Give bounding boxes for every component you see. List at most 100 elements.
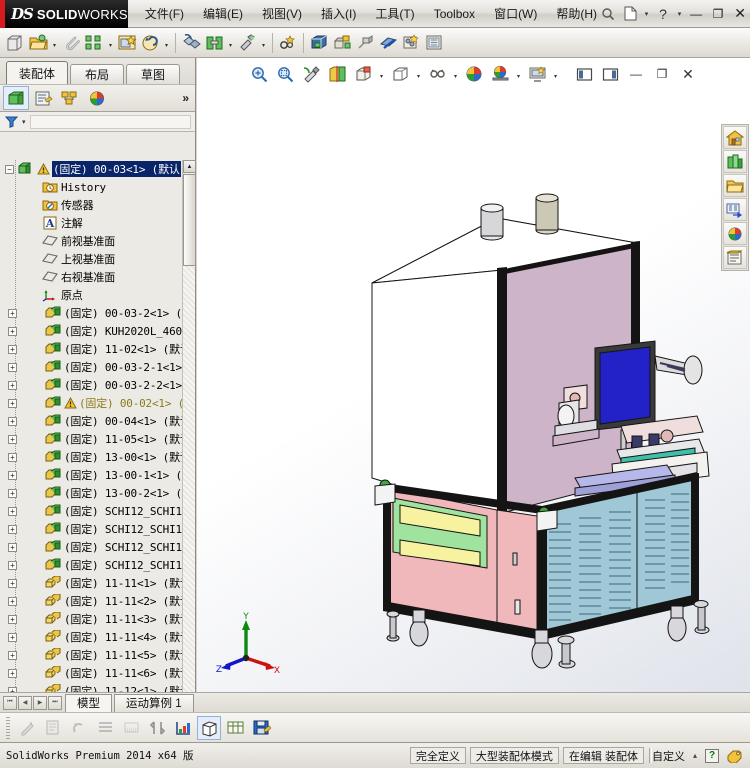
rebuild-dropdown-caret-icon[interactable]: ▾ [106,31,115,55]
tree-row[interactable]: + (固定) 00-03-2<1> (默 [0,304,195,322]
tree-row[interactable]: + (固定) 11-05<1> (默认 [0,430,195,448]
tree-row[interactable]: + (固定) 11-11<2> (默认 [0,592,195,610]
minimize-button[interactable]: — [686,5,706,23]
insert-dropdown-caret-icon[interactable]: ▾ [226,31,235,55]
tree-expand-icon[interactable]: + [8,560,17,570]
move-component-icon[interactable] [277,31,299,55]
tree-expand-icon[interactable]: + [8,668,17,678]
tree-row[interactable]: + (固定) 11-11<1> (默认 [0,574,195,592]
menu-file[interactable]: 文件(F) [144,3,185,24]
assembly-features-icon[interactable] [308,31,330,55]
interference-detect-icon[interactable] [377,31,399,55]
save-as-icon[interactable] [249,716,273,740]
open-folder-icon[interactable] [27,31,49,55]
rebuild-icon[interactable] [83,31,105,55]
menu-help[interactable]: 帮助(H) [555,3,598,24]
menu-view[interactable]: 视图(V) [261,3,303,24]
assembly-3d-model[interactable] [197,58,750,692]
options-icon[interactable] [116,31,138,55]
help-badge-icon[interactable]: ? [705,748,719,763]
tree-row[interactable]: 原点 [0,286,195,304]
tree-scroll-thumb[interactable] [183,174,196,266]
tree-row[interactable]: 前视基准面 [0,232,195,250]
nav-next-button[interactable]: ▶ [33,695,47,710]
isolate-icon[interactable] [119,716,143,740]
tree-row[interactable]: + (固定) SCHI12_SCHI12 [0,520,195,538]
fasteners-dropdown-caret-icon[interactable]: ▾ [259,31,268,55]
tree-row[interactable]: + (固定) SCHI12_SCHI12 [0,502,195,520]
nav-first-button[interactable]: ⏮ [3,695,17,710]
tree-row[interactable]: + (固定) SCHI12_SCHI12 [0,538,195,556]
assembly-visualization-icon[interactable] [171,716,195,740]
undo-icon[interactable] [139,31,161,55]
tree-expand-icon[interactable]: + [8,488,17,498]
tree-row[interactable]: + (固定) 13-00-1<1> (默 [0,466,195,484]
tree-row[interactable]: + (固定) 11-11<6> (默认 [0,664,195,682]
nav-prev-button[interactable]: ◀ [18,695,32,710]
tree-scroll-up-button[interactable]: ▲ [183,160,196,173]
menu-tools[interactable]: 工具(T) [374,3,415,24]
feature-manager-tab[interactable] [3,86,29,110]
customize-caret-icon[interactable]: ▴ [693,751,697,760]
tree-expand-icon[interactable]: + [8,596,17,606]
tree-expand-icon[interactable]: + [8,452,17,462]
tree-row[interactable]: + (固定) 00-02<1> ( [0,394,195,412]
tab-sketch[interactable]: 草图 [126,64,181,84]
graphics-viewport[interactable]: ▾ ▾ ▾ ▾ ▾ — ❐ ✕ Y X Z [197,58,750,692]
exploded-view-icon[interactable] [331,31,353,55]
filter-caret-icon[interactable]: ▾ [22,118,26,126]
tree-row[interactable]: 传感器 [0,196,195,214]
tree-expand-icon[interactable]: + [8,416,17,426]
customize-label[interactable]: 自定义 [652,748,685,764]
property-manager-tab[interactable] [30,86,56,110]
tab-layout[interactable]: 布局 [70,64,125,84]
help-question-icon[interactable]: ? [653,4,673,24]
tree-row[interactable]: + (固定) KUH2020L_460_ [0,322,195,340]
tree-collapse-icon[interactable]: − [5,164,14,174]
new-document-caret-icon[interactable]: ▾ [642,10,651,18]
paperclip-icon[interactable] [60,31,82,55]
tree-row[interactable]: + (固定) 11-11<5> (默认 [0,646,195,664]
tree-expand-icon[interactable]: + [8,542,17,552]
tab-assembly[interactable]: 装配体 [6,61,69,84]
tree-expand-icon[interactable]: + [8,632,17,642]
reload-icon[interactable] [145,716,169,740]
menu-edit[interactable]: 编辑(E) [202,3,244,24]
menu-window[interactable]: 窗口(W) [493,3,538,24]
new-document-icon[interactable] [620,4,640,24]
mate-icon[interactable] [180,31,202,55]
menu-insert[interactable]: 插入(I) [320,3,357,24]
no-external-refs-icon[interactable] [67,716,91,740]
tree-row[interactable]: + (固定) SCHI12_SCHI12 [0,556,195,574]
feature-tree[interactable]: − (固定) 00-03<1> (默认 History 传感器 A 注解 前视基准面 上视基准… [0,160,195,723]
tree-filter-bar[interactable]: ▾ [0,112,195,132]
display-manager-tab[interactable] [84,86,110,110]
tree-row[interactable]: 右视基准面 [0,268,195,286]
list-external-refs-icon[interactable] [93,716,117,740]
undo-dropdown-caret-icon[interactable]: ▾ [162,31,171,55]
tree-row[interactable]: A 注解 [0,214,195,232]
tag-icon[interactable] [727,749,743,763]
tree-expand-icon[interactable]: + [8,524,17,534]
tree-expand-icon[interactable]: + [8,362,17,372]
tree-expand-icon[interactable]: + [8,470,17,480]
tab-motion-study-1[interactable]: 运动算例 1 [114,693,194,712]
restore-button[interactable]: ❐ [708,5,728,23]
isometric-view-icon[interactable] [197,715,221,740]
tree-row[interactable]: + (固定) 00-03-2-1<1> [0,358,195,376]
tree-expand-icon[interactable]: + [8,650,17,660]
smart-fasteners-icon[interactable] [236,31,258,55]
help-caret-icon[interactable]: ▾ [675,10,684,18]
tree-vertical-scrollbar[interactable]: ▲ ▼ [182,160,196,723]
edit-sketch-icon[interactable] [15,716,39,740]
bom-icon[interactable] [423,31,445,55]
nav-last-button[interactable]: ⏭ [48,695,62,710]
bom-table-icon[interactable] [223,716,247,740]
tree-expand-icon[interactable]: + [8,614,17,624]
tree-expand-icon[interactable]: + [8,344,17,354]
close-button[interactable]: ✕ [730,5,750,23]
tree-row[interactable]: History [0,178,195,196]
tree-row[interactable]: + (固定) 13-00<1> (默认 [0,448,195,466]
expand-tabs-chevron-icon[interactable]: » [182,91,189,105]
configuration-manager-tab[interactable] [57,86,83,110]
